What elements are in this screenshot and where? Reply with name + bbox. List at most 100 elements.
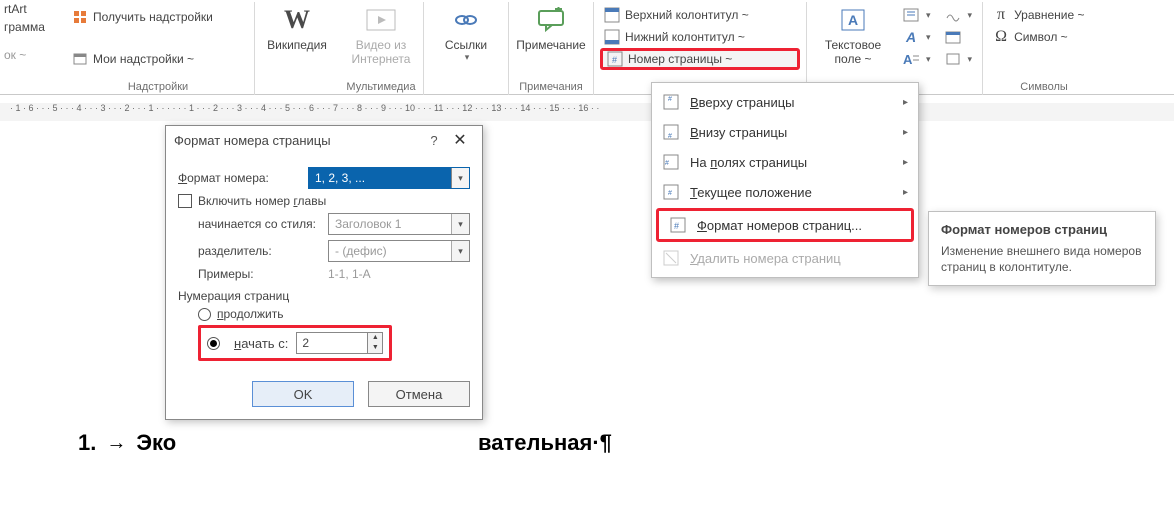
dropcap-icon: A [903,51,919,67]
group-links: Ссылки ▾ [424,2,509,95]
examples-label: Примеры: [198,267,328,281]
ribbon: rtArt грамма ок ~ Получить надстройки Мо… [0,0,1174,95]
document-body-line: 1. → Эко вательная·¶ [78,430,176,456]
page-number-label: Номер страницы ~ [628,52,732,66]
comment-button[interactable]: Примечание [515,2,587,54]
wikipedia-label: Википедия [267,38,327,52]
group-comments-label: Примечания [519,81,583,95]
examples-value: 1-1, 1-A [328,267,470,281]
footer-icon [604,29,620,45]
group-comments: Примечание Примечания [509,2,594,95]
menu-page-margins[interactable]: # На полях страницы ▸ [652,147,918,177]
text-box-icon: A [837,4,869,36]
separator-value: - (дефис) [329,244,451,258]
header-label: Верхний колонтитул ~ [625,8,749,22]
start-at-radio[interactable] [207,337,220,350]
text-box-button[interactable]: A Текстовое поле ~ [813,2,893,68]
continue-radio[interactable] [198,308,211,321]
svg-text:#: # [668,96,672,103]
wikipedia-icon: W [281,4,313,36]
separator-label: разделитель: [198,244,328,258]
page-number-menu: # ВВверху страницыверху страницы ▸ # Вни… [651,82,919,278]
equation-button[interactable]: π Уравнение ~ [989,4,1099,26]
wikipedia-button[interactable]: W Википедия [261,2,333,54]
svg-text:A: A [848,12,858,28]
close-button[interactable]: ✕ [446,130,474,150]
symbol-button[interactable]: Ω Символ ~ [989,26,1099,48]
page-number-button[interactable]: # Номер страницы ~ [600,48,800,70]
menu-current-position[interactable]: # Текущее положение ▸ [652,177,918,207]
group-media: Видео из Интернета Мультимедиа [339,2,424,95]
menu-bottom-of-page[interactable]: # Внизу страницы ▸ [652,117,918,147]
get-addins-button[interactable]: Получить надстройки [68,6,248,28]
format-label: Формат номера: [178,171,308,185]
menu-format-page-numbers[interactable]: # Формат номеров страниц... [659,211,911,239]
parts-icon [903,7,919,23]
svg-text:#: # [668,133,672,140]
date-time-button[interactable] [941,26,977,48]
separator-select: - (дефис) ▾ [328,240,470,262]
equation-label: Уравнение ~ [1014,8,1084,22]
spin-up-icon[interactable]: ▲ [368,333,382,343]
quick-parts-button[interactable]: ▾ [899,4,935,26]
start-at-spinner[interactable]: 2 ▲▼ [296,332,383,354]
include-chapter-checkbox[interactable] [178,194,192,208]
spin-down-icon[interactable]: ▼ [368,343,382,353]
page-number-format-dialog: Формат номера страницы ? ✕ Формат номера… [165,125,483,420]
wordart-icon: A [903,29,919,45]
signature-button[interactable]: ▾ [941,4,977,26]
online-video-button[interactable]: Видео из Интернета [345,2,417,68]
tooltip-title: Формат номеров страниц [941,222,1143,237]
link-icon [450,4,482,36]
doc-text-after: вательная·¶ [478,430,612,456]
svg-text:#: # [668,190,672,197]
comment-label: Примечание [516,38,585,52]
chapter-style-select: Заголовок 1 ▾ [328,213,470,235]
cancel-button[interactable]: Отмена [368,381,470,407]
style-label: начинается со стиля: [198,217,328,231]
drop-cap-button[interactable]: A▾ [899,48,935,70]
partial-smartart-group: rtArt грамма ок ~ [0,0,62,64]
wordart-button[interactable]: A▾ [899,26,935,48]
format-pagenum-icon: # [669,216,687,234]
group-wikipedia: W Википедия [255,2,339,95]
remove-pagenum-icon [662,249,680,267]
links-button[interactable]: Ссылки ▾ [430,2,502,65]
menu-top-of-page[interactable]: # ВВверху страницыверху страницы ▸ [652,87,918,117]
help-button[interactable]: ? [422,133,446,148]
my-addins-button[interactable]: Мои надстройки ~ [68,48,248,70]
object-icon [945,51,961,67]
chevron-down-icon: ▾ [465,52,470,63]
ok-button[interactable]: OK [252,381,354,407]
text-box-label: Текстовое поле ~ [815,38,891,66]
video-label: Видео из Интернета [347,38,415,66]
footer-label: Нижний колонтитул ~ [625,30,745,44]
store-icon [72,9,88,25]
video-icon [365,4,397,36]
continue-label: продолжить [217,307,283,321]
group-media-label: Мультимедиа [346,81,415,95]
equation-icon: π [993,7,1009,23]
svg-text:#: # [612,55,617,65]
chevron-down-icon: ▾ [451,168,469,188]
top-page-icon: # [662,93,680,111]
dialog-titlebar: Формат номера страницы ? ✕ [166,126,482,154]
group-symbols-label: Символы [1020,81,1068,95]
list-number: 1. [78,430,96,456]
group-addins: Получить надстройки Мои надстройки ~ Над… [62,2,255,95]
current-pos-icon: # [662,183,680,201]
date-icon [945,29,961,45]
number-format-select[interactable]: 1, 2, 3, ... ▾ [308,167,470,189]
menu-remove-page-numbers: Удалить номера страниц [652,243,918,273]
footer-button[interactable]: Нижний колонтитул ~ [600,26,800,48]
bottom-page-icon: # [662,123,680,141]
include-chapter-label: Включить номер главы [198,194,326,208]
margins-page-icon: # [662,153,680,171]
page-numbering-group-label: Нумерация страниц [178,289,470,303]
links-label: Ссылки [445,38,487,52]
group-addins-label: Надстройки [128,81,188,95]
tooltip-body: Изменение внешнего вида номеров страниц … [941,243,1143,275]
doc-text-before: Эко [136,430,176,456]
header-button[interactable]: Верхний колонтитул ~ [600,4,800,26]
object-button[interactable]: ▾ [941,48,977,70]
